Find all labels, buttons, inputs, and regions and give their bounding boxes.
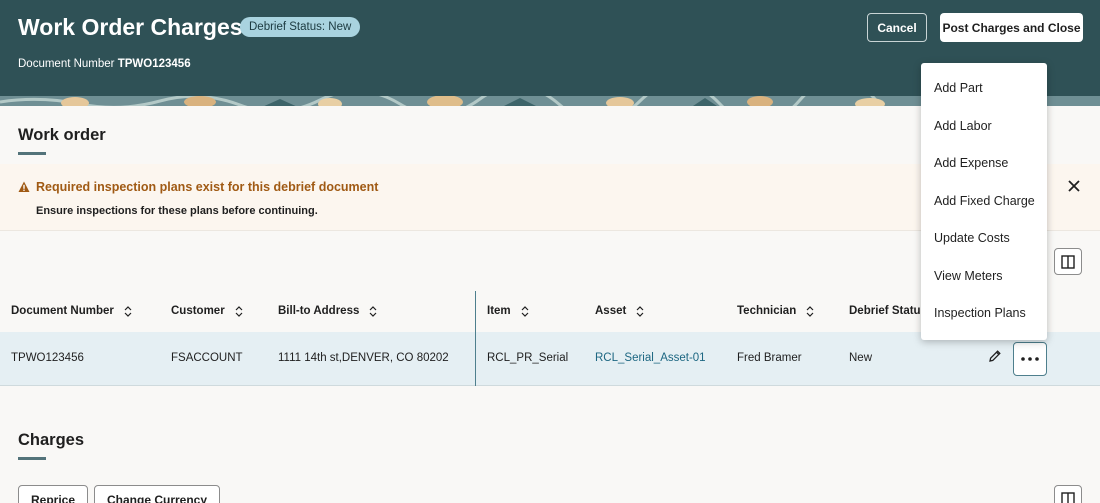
menu-item-add-expense[interactable]: Add Expense — [934, 156, 1008, 170]
row-actions-button[interactable] — [1013, 342, 1047, 376]
column-header-label: Item — [487, 305, 511, 317]
cell-customer: FSACCOUNT — [171, 352, 243, 364]
row-actions-menu: Add Part Add Labor Add Expense Add Fixed… — [921, 63, 1047, 340]
sort-icon[interactable] — [235, 305, 243, 317]
cell-bill-to-address: 1111 14th st,DENVER, CO 80202 — [278, 352, 449, 364]
charges-manage-columns-button[interactable] — [1054, 485, 1082, 503]
sort-icon[interactable] — [636, 305, 644, 317]
menu-item-inspection-plans[interactable]: Inspection Plans — [934, 306, 1026, 320]
column-header-label: Technician — [737, 305, 797, 317]
reprice-button[interactable]: Reprice — [18, 485, 89, 503]
warning-title: Required inspection plans exist for this… — [36, 180, 379, 194]
sort-icon[interactable] — [806, 305, 814, 317]
post-charges-and-close-button[interactable]: Post Charges and Close — [940, 13, 1083, 42]
column-header-label: Debrief Status — [849, 305, 927, 317]
sort-icon[interactable] — [521, 305, 529, 317]
menu-item-update-costs[interactable]: Update Costs — [934, 231, 1010, 245]
more-horizontal-icon — [1021, 357, 1039, 361]
column-header-label: Asset — [595, 305, 627, 317]
cell-item: RCL_PR_Serial — [487, 352, 569, 364]
warning-description: Ensure inspections for these plans befor… — [36, 205, 318, 217]
menu-item-add-labor[interactable]: Add Labor — [934, 119, 992, 133]
work-order-title: Work order — [18, 126, 106, 144]
status-badge: Debrief Status: New — [240, 17, 361, 37]
column-header-customer[interactable]: Customer — [171, 305, 243, 317]
column-header-technician[interactable]: Technician — [737, 305, 814, 317]
frozen-column-divider — [475, 291, 476, 386]
work-order-title-underline — [18, 152, 46, 155]
column-header-item[interactable]: Item — [487, 305, 529, 317]
column-header-asset[interactable]: Asset — [595, 305, 644, 317]
menu-item-add-fixed-charge[interactable]: Add Fixed Charge — [934, 194, 1035, 208]
manage-columns-button[interactable] — [1054, 248, 1082, 275]
cell-technician: Fred Bramer — [737, 352, 802, 364]
column-header-label: Document Number — [11, 305, 114, 317]
document-number-label: Document Number — [18, 58, 115, 70]
document-number-value: TPWO123456 — [117, 58, 191, 70]
cell-asset-link[interactable]: RCL_Serial_Asset-01 — [595, 352, 706, 364]
cell-debrief-status: New — [849, 352, 873, 364]
document-number: Document Number TPWO123456 — [18, 58, 191, 70]
change-currency-button[interactable]: Change Currency — [94, 485, 221, 503]
close-icon[interactable] — [1066, 178, 1082, 194]
sort-icon[interactable] — [124, 305, 132, 317]
cancel-button[interactable]: Cancel — [867, 13, 927, 42]
column-header-label: Bill-to Address — [278, 305, 360, 317]
charges-title-underline — [18, 457, 46, 460]
charges-title: Charges — [18, 431, 85, 449]
menu-item-add-part[interactable]: Add Part — [934, 81, 983, 95]
column-header-label: Customer — [171, 305, 225, 317]
columns-icon — [1061, 491, 1075, 503]
column-header-debrief-status[interactable]: Debrief Status — [849, 305, 927, 317]
page-title: Work Order Charges — [18, 14, 243, 40]
sort-icon[interactable] — [369, 305, 377, 317]
column-header-document-number[interactable]: Document Number — [11, 305, 132, 317]
column-header-bill-to-address[interactable]: Bill-to Address — [278, 305, 377, 317]
menu-item-view-meters[interactable]: View Meters — [934, 269, 1003, 283]
columns-icon — [1061, 254, 1075, 269]
cell-document-number: TPWO123456 — [11, 352, 84, 364]
edit-icon[interactable] — [988, 349, 1002, 363]
warning-icon — [18, 181, 30, 192]
